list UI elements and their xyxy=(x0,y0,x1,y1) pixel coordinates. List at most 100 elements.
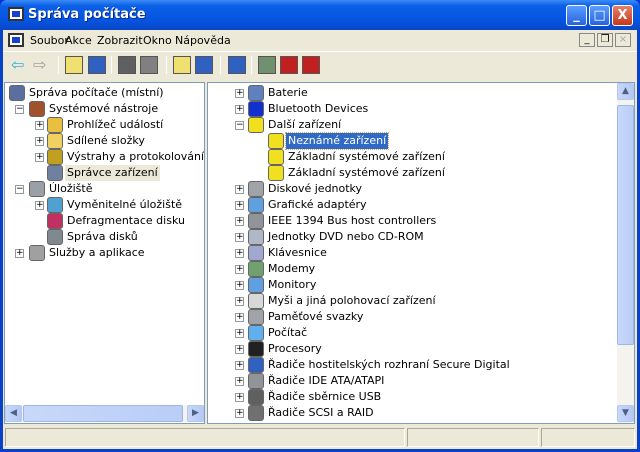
tree-item[interactable]: + Grafické adaptéry xyxy=(208,197,608,213)
expand-icon[interactable]: + xyxy=(235,201,244,210)
tree-item[interactable]: + Sdílené složky xyxy=(5,133,204,149)
tree-item[interactable]: + Myši a jiná polohovací zařízení xyxy=(208,293,608,309)
tree-item[interactable]: + Řadiče sběrnice USB xyxy=(208,389,608,405)
maximize-button[interactable]: □ xyxy=(589,5,610,26)
expand-icon[interactable]: + xyxy=(235,313,244,322)
scroll-thumb[interactable] xyxy=(617,105,634,345)
tree-item[interactable]: + Klávesnice xyxy=(208,245,608,261)
scroll-up-button[interactable]: ▲ xyxy=(617,83,634,100)
tree-item[interactable]: + Služby a aplikace xyxy=(5,245,204,261)
expand-icon[interactable]: + xyxy=(235,217,244,226)
system-menu-icon[interactable] xyxy=(8,33,24,47)
close-button[interactable]: X xyxy=(612,5,633,26)
tree-item-label: Úložiště xyxy=(49,182,93,195)
shared-folder-icon xyxy=(47,133,63,149)
expand-icon[interactable]: + xyxy=(235,409,244,418)
tree-item[interactable]: Základní systémové zařízení xyxy=(208,149,608,165)
expand-icon[interactable]: + xyxy=(35,137,44,146)
tree-item[interactable]: Neznámé zařízení xyxy=(208,132,608,150)
scroll-thumb[interactable] xyxy=(23,405,183,422)
help-icon[interactable] xyxy=(173,56,191,74)
other-devices-icon xyxy=(248,117,264,133)
tree-item[interactable]: + Výstrahy a protokolování výkonu xyxy=(5,149,204,165)
tree-item[interactable]: Základní systémové zařízení xyxy=(208,165,608,181)
tree-item[interactable]: + Bluetooth Devices xyxy=(208,101,608,117)
scroll-left-button[interactable]: ◀ xyxy=(5,405,22,422)
expand-icon[interactable]: + xyxy=(235,393,244,402)
up-folder-icon[interactable] xyxy=(65,56,83,74)
tree-item[interactable]: − Systémové nástroje xyxy=(5,101,204,117)
tree-item[interactable]: + Diskové jednotky xyxy=(208,181,608,197)
tree-item[interactable]: + Vyměnitelné úložiště xyxy=(5,197,204,213)
tree-item[interactable]: + Počítač xyxy=(208,325,608,341)
expand-icon[interactable]: + xyxy=(235,265,244,274)
tree-item-label: Sdílené složky xyxy=(67,134,145,147)
horizontal-scrollbar[interactable]: ◀ ▶ xyxy=(5,405,204,422)
scan-hardware-icon[interactable] xyxy=(228,56,246,74)
child-close-button[interactable]: × xyxy=(615,33,631,47)
menu-soubor[interactable]: Soubor xyxy=(30,34,69,47)
tree-item[interactable]: + Modemy xyxy=(208,261,608,277)
collapse-icon[interactable]: − xyxy=(235,121,244,130)
tree-item[interactable]: Správce zařízení xyxy=(5,165,204,181)
usb-icon xyxy=(248,389,264,405)
tree-item[interactable]: + Řadiče SCSI a RAID xyxy=(208,405,608,421)
expand-icon[interactable]: + xyxy=(235,249,244,258)
tree-item[interactable]: + Baterie xyxy=(208,85,608,101)
expand-icon[interactable]: + xyxy=(35,201,44,210)
tree-item[interactable]: Správa počítače (místní) xyxy=(5,85,204,101)
tree-item[interactable]: + Prohlížeč událostí xyxy=(5,117,204,133)
scroll-down-button[interactable]: ▼ xyxy=(617,405,634,422)
expand-icon[interactable]: + xyxy=(235,329,244,338)
uninstall-icon[interactable] xyxy=(280,56,298,74)
expand-icon[interactable]: + xyxy=(15,249,24,258)
menu-zobrazit[interactable]: Zobrazit xyxy=(97,34,143,47)
toolbar: ⇦ ⇨ xyxy=(3,52,637,78)
print-icon[interactable] xyxy=(140,56,158,74)
child-minimize-button[interactable]: _ xyxy=(579,33,595,47)
expand-icon[interactable]: + xyxy=(35,121,44,130)
expand-icon[interactable]: + xyxy=(235,297,244,306)
properties-icon[interactable] xyxy=(118,56,136,74)
child-restore-button[interactable]: ❐ xyxy=(597,33,613,47)
scroll-right-button[interactable]: ▶ xyxy=(187,405,204,422)
status-cell xyxy=(5,428,405,447)
menu-okno[interactable]: Okno xyxy=(143,34,172,47)
title-bar[interactable]: Správa počítače _ □ X xyxy=(0,0,640,30)
expand-icon[interactable]: + xyxy=(235,185,244,194)
collapse-icon[interactable]: − xyxy=(15,185,24,194)
expand-icon[interactable]: + xyxy=(235,105,244,114)
vertical-scrollbar[interactable]: ▲ ▼ xyxy=(617,83,634,423)
tree-item[interactable]: + Řadiče IDE ATA/ATAPI xyxy=(208,373,608,389)
expand-icon[interactable]: + xyxy=(235,233,244,242)
tree-item[interactable]: − Úložiště xyxy=(5,181,204,197)
tree-item[interactable]: + Monitory xyxy=(208,277,608,293)
disable-icon[interactable] xyxy=(302,56,320,74)
tree-item[interactable]: Defragmentace disku xyxy=(5,213,204,229)
toolbar-separator xyxy=(251,56,252,74)
collapse-icon[interactable]: − xyxy=(15,105,24,114)
menu-bar: Soubor Akce Zobrazit Okno Nápověda _ ❐ × xyxy=(3,30,637,52)
menu-napoveda[interactable]: Nápověda xyxy=(175,34,231,47)
tree-item-label: IEEE 1394 Bus host controllers xyxy=(268,214,437,227)
show-hide-tree-icon[interactable] xyxy=(88,56,106,74)
expand-icon[interactable]: + xyxy=(235,89,244,98)
tree-item[interactable]: + Jednotky DVD nebo CD-ROM xyxy=(208,229,608,245)
show-action-pane-icon[interactable] xyxy=(195,56,213,74)
tree-item[interactable]: − Další zařízení xyxy=(208,117,608,133)
tree-item[interactable]: + Paměťové svazky xyxy=(208,309,608,325)
tree-item[interactable]: + Řadiče hostitelských rozhraní Secure Di… xyxy=(208,357,608,373)
minimize-button[interactable]: _ xyxy=(566,5,587,26)
expand-icon[interactable]: + xyxy=(235,281,244,290)
tree-item[interactable]: + IEEE 1394 Bus host controllers xyxy=(208,213,608,229)
expand-icon[interactable]: + xyxy=(235,377,244,386)
back-icon[interactable]: ⇦ xyxy=(11,56,29,74)
expand-icon[interactable]: + xyxy=(35,153,44,162)
tree-item[interactable]: + Procesory xyxy=(208,341,608,357)
forward-icon[interactable]: ⇨ xyxy=(33,56,51,74)
expand-icon[interactable]: + xyxy=(235,361,244,370)
expand-icon[interactable]: + xyxy=(235,345,244,354)
tree-item[interactable]: Správa disků xyxy=(5,229,204,245)
update-driver-icon[interactable] xyxy=(258,56,276,74)
menu-akce[interactable]: Akce xyxy=(65,34,92,47)
